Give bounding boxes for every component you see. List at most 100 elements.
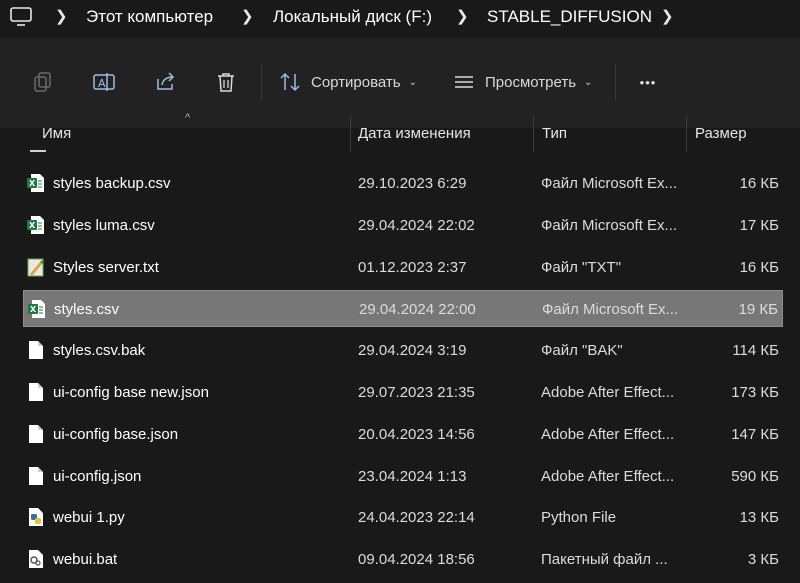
file-type: Файл Microsoft Ex... bbox=[541, 175, 678, 192]
file-date: 29.04.2024 22:00 bbox=[359, 301, 476, 318]
file-row[interactable]: ui-config base.json 20.04.2023 14:56 Adobe… bbox=[23, 416, 783, 453]
file-name: webui 1.py bbox=[53, 509, 125, 526]
file-name: styles.csv bbox=[54, 301, 120, 318]
csv-file-icon: X bbox=[27, 173, 45, 193]
column-header-type[interactable]: Тип bbox=[542, 120, 567, 148]
file-name: styles luma.csv bbox=[53, 217, 155, 234]
file-size: 17 КБ bbox=[739, 217, 779, 234]
file-size: 114 КБ bbox=[732, 342, 779, 359]
file-type: Файл "BAK" bbox=[541, 342, 623, 359]
file-name: Styles server.txt bbox=[53, 259, 159, 276]
blank-file-icon bbox=[27, 424, 45, 444]
share-button[interactable] bbox=[151, 68, 179, 96]
file-date: 29.10.2023 6:29 bbox=[358, 175, 467, 192]
file-date: 24.04.2023 22:14 bbox=[358, 509, 475, 526]
breadcrumb-item-folder[interactable]: STABLE_DIFFUSION bbox=[487, 5, 652, 29]
chevron-right-icon[interactable]: ❯ bbox=[55, 5, 68, 29]
file-size: 147 КБ bbox=[731, 426, 779, 443]
breadcrumb-item-computer[interactable]: Этот компьютер bbox=[86, 5, 213, 29]
file-date: 23.04.2024 1:13 bbox=[358, 468, 467, 485]
column-header-size[interactable]: Размер bbox=[695, 120, 747, 148]
computer-icon[interactable] bbox=[9, 6, 33, 28]
trash-icon bbox=[218, 73, 234, 92]
chevron-right-icon[interactable]: ❯ bbox=[661, 5, 674, 29]
column-divider[interactable] bbox=[350, 116, 351, 152]
view-button[interactable]: Просмотреть ⌄ bbox=[453, 68, 592, 96]
column-divider[interactable] bbox=[533, 116, 534, 152]
file-row[interactable]: ui-config base new.json 29.07.2023 21:35 A… bbox=[23, 374, 783, 411]
file-row[interactable]: Styles server.txt 01.12.2023 2:37 Файл "TX… bbox=[23, 249, 783, 286]
view-list-icon bbox=[455, 76, 473, 88]
blank-file-icon bbox=[27, 382, 45, 402]
chevron-down-icon: ⌄ bbox=[408, 76, 418, 88]
copy-button[interactable] bbox=[28, 68, 56, 96]
file-row-selected[interactable]: Xstyles.csv 29.04.2024 22:00 Файл Microsof… bbox=[23, 290, 783, 327]
file-name: ui-config base.json bbox=[53, 426, 179, 443]
file-type: Python File bbox=[541, 509, 617, 526]
file-row[interactable]: Xstyles backup.csv 29.10.2023 6:29 Файл Mi… bbox=[23, 165, 783, 202]
view-label: Просмотреть bbox=[485, 73, 577, 91]
svg-text:X: X bbox=[29, 179, 36, 188]
chevron-right-icon[interactable]: ❯ bbox=[456, 5, 469, 29]
file-size: 19 КБ bbox=[738, 301, 778, 318]
file-type: Файл "TXT" bbox=[541, 259, 622, 276]
file-size: 16 КБ bbox=[739, 175, 779, 192]
file-name: ui-config.json bbox=[53, 468, 142, 485]
file-type: Adobe After Effect... bbox=[541, 384, 675, 401]
file-row[interactable]: webui 1.py 24.04.2023 22:14 Python File 13 … bbox=[23, 499, 783, 536]
file-name: styles.csv.bak bbox=[53, 342, 146, 359]
toolbar-divider bbox=[615, 64, 616, 100]
rename-icon: A bbox=[93, 73, 115, 91]
file-size: 16 КБ bbox=[739, 259, 779, 276]
column-header-name[interactable]: Имя bbox=[42, 120, 71, 148]
svg-text:A: A bbox=[98, 77, 106, 90]
scrolled-item-fragment bbox=[30, 146, 46, 152]
share-icon bbox=[157, 72, 175, 90]
svg-text:X: X bbox=[30, 305, 37, 314]
file-type: Файл Microsoft Ex... bbox=[542, 301, 679, 318]
file-row[interactable]: webui.bat 09.04.2024 18:56 Пакетный файл .… bbox=[23, 541, 783, 578]
file-name: ui-config base new.json bbox=[53, 384, 209, 401]
file-type: Adobe After Effect... bbox=[541, 468, 675, 485]
delete-button[interactable] bbox=[212, 68, 240, 96]
sort-ascending-icon: ^ bbox=[185, 112, 191, 124]
file-row[interactable]: Xstyles luma.csv 29.04.2024 22:02 Файл Mic… bbox=[23, 207, 783, 244]
blank-file-icon bbox=[27, 466, 45, 486]
file-size: 590 КБ bbox=[731, 468, 779, 485]
blank-file-icon bbox=[27, 340, 45, 360]
command-bar: A Сортировать ⌄ Просмотреть ⌄ ••• bbox=[0, 38, 800, 128]
file-date: 01.12.2023 2:37 bbox=[358, 259, 467, 276]
file-type: Файл Microsoft Ex... bbox=[541, 217, 678, 234]
file-type: Adobe After Effect... bbox=[541, 426, 675, 443]
file-size: 13 КБ bbox=[739, 509, 779, 526]
csv-file-icon: X bbox=[27, 215, 45, 235]
file-size: 173 КБ bbox=[731, 384, 779, 401]
sort-icon bbox=[280, 72, 300, 92]
file-row[interactable]: styles.csv.bak 29.04.2024 3:19 Файл "BAK" 1… bbox=[23, 332, 783, 369]
copy-icon bbox=[34, 72, 51, 92]
file-date: 20.04.2023 14:56 bbox=[358, 426, 475, 443]
file-type: Пакетный файл ... bbox=[541, 551, 668, 568]
file-date: 29.04.2024 22:02 bbox=[358, 217, 475, 234]
file-date: 29.07.2023 21:35 bbox=[358, 384, 475, 401]
sort-button[interactable]: Сортировать ⌄ bbox=[278, 68, 417, 96]
python-file-icon bbox=[27, 507, 45, 527]
file-date: 09.04.2024 18:56 bbox=[358, 551, 475, 568]
file-row[interactable]: ui-config.json 23.04.2024 1:13 Adobe After… bbox=[23, 458, 783, 495]
more-icon: ••• bbox=[639, 74, 657, 90]
column-divider[interactable] bbox=[686, 116, 687, 152]
svg-text:X: X bbox=[29, 221, 36, 230]
breadcrumb-item-drive[interactable]: Локальный диск (F:) bbox=[273, 5, 432, 29]
file-name: webui.bat bbox=[53, 551, 118, 568]
toolbar-divider bbox=[261, 64, 262, 100]
sort-label: Сортировать bbox=[311, 73, 401, 91]
file-date: 29.04.2024 3:19 bbox=[358, 342, 467, 359]
file-name: styles backup.csv bbox=[53, 175, 171, 192]
column-header-date[interactable]: Дата изменения bbox=[358, 120, 471, 148]
bat-file-icon bbox=[27, 549, 45, 569]
txt-file-icon bbox=[27, 257, 45, 277]
chevron-right-icon[interactable]: ❯ bbox=[241, 5, 254, 29]
more-options-button[interactable]: ••• bbox=[634, 68, 662, 96]
file-size: 3 КБ bbox=[747, 551, 779, 568]
rename-button[interactable]: A bbox=[90, 68, 118, 96]
